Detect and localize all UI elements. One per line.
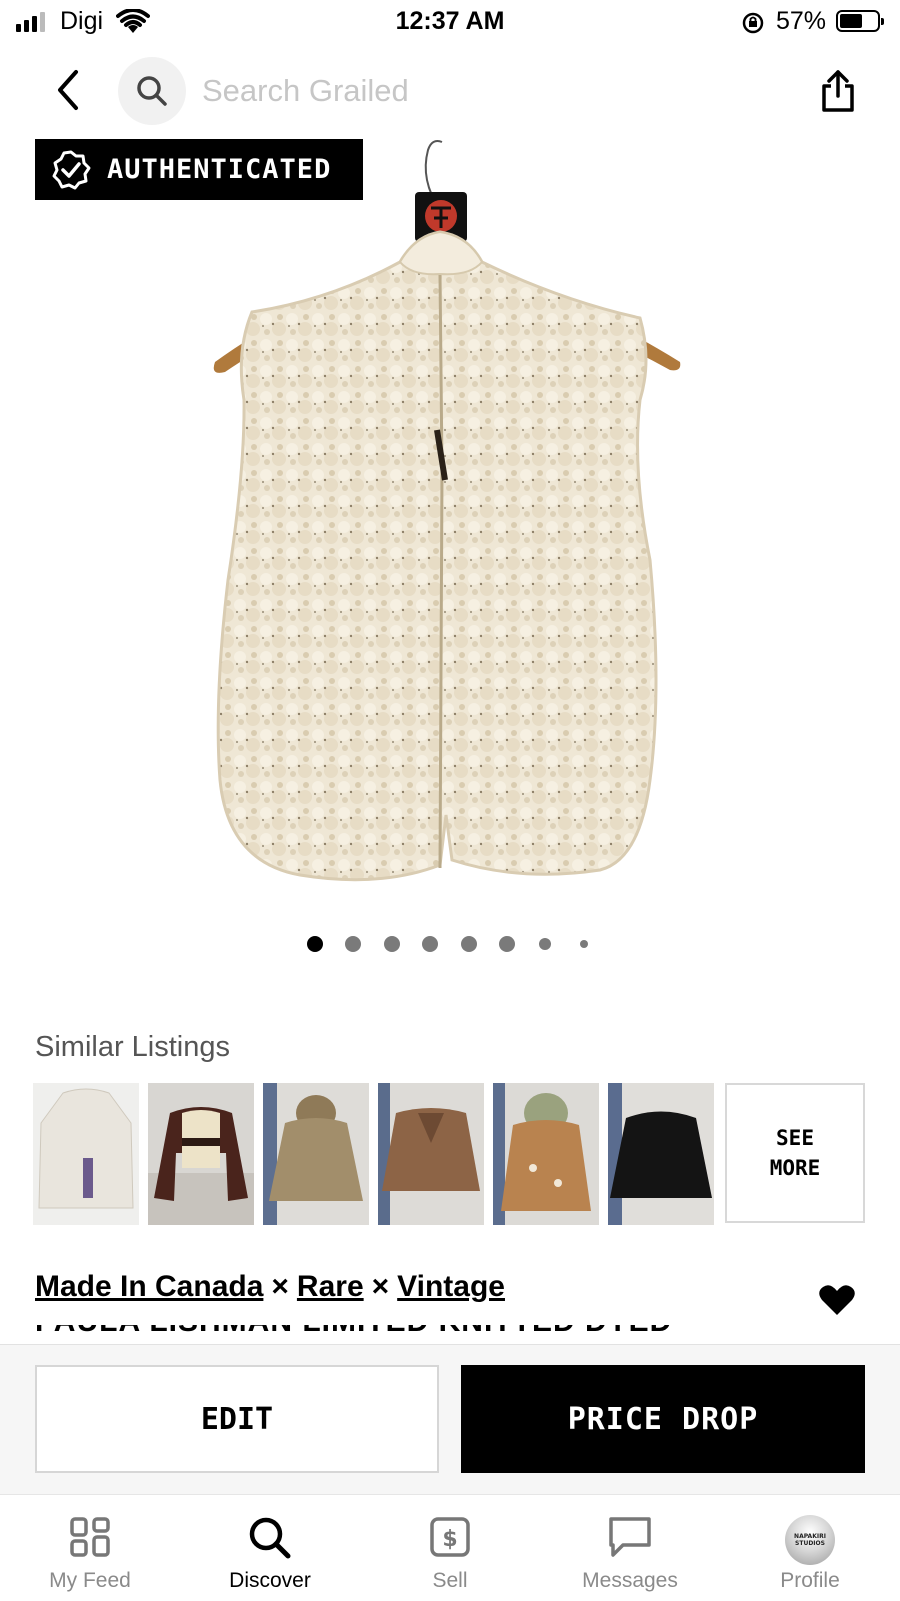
see-more-button[interactable]: SEE MORE: [725, 1083, 865, 1223]
price-drop-button[interactable]: PRICE DROP: [461, 1365, 865, 1473]
listing-title: PAULA LISHMAN LIMITED KNITTED DYED: [35, 1325, 835, 1337]
pager-dot[interactable]: [422, 936, 438, 952]
similar-listing-thumbnail[interactable]: [378, 1083, 484, 1225]
brand-link[interactable]: Rare: [297, 1270, 364, 1303]
edit-button[interactable]: EDIT: [35, 1365, 439, 1473]
pager-dot[interactable]: [384, 936, 400, 952]
tab-sell[interactable]: $ Sell: [360, 1495, 540, 1601]
brand-link[interactable]: Vintage: [397, 1270, 505, 1303]
tab-label: Profile: [780, 1569, 840, 1592]
brand-separator: ×: [271, 1270, 289, 1303]
search-input[interactable]: [200, 66, 764, 116]
heart-icon: [819, 1285, 855, 1315]
authenticated-badge: AUTHENTICATED: [35, 139, 363, 200]
avatar-text: NAPAKIRI: [794, 1533, 826, 1540]
tab-messages[interactable]: Messages: [540, 1495, 720, 1601]
see-more-label: MORE: [769, 1156, 821, 1180]
pager-dot[interactable]: [307, 936, 323, 952]
action-bar: EDIT PRICE DROP: [0, 1344, 900, 1495]
product-photo: [213, 140, 681, 882]
similar-listing-thumbnail[interactable]: [493, 1083, 599, 1225]
verified-check-icon: [52, 150, 91, 189]
back-button[interactable]: [50, 66, 90, 114]
brand-links: Made In Canada × Rare × Vintage: [35, 1270, 505, 1304]
tab-bar: My Feed Discover $ Sell Messages NAPAKIR…: [0, 1494, 900, 1601]
tab-label: Messages: [582, 1569, 678, 1592]
similar-listing-thumbnail[interactable]: [608, 1083, 714, 1225]
pager-dot[interactable]: [580, 940, 588, 948]
share-icon: [822, 70, 854, 112]
share-button[interactable]: [820, 68, 860, 116]
battery-icon: [836, 10, 884, 32]
tab-my-feed[interactable]: My Feed: [0, 1495, 180, 1601]
brand-separator: ×: [371, 1270, 390, 1303]
pager-dot[interactable]: [539, 938, 551, 950]
feed-icon: [70, 1517, 110, 1557]
product-image-carousel[interactable]: [0, 130, 900, 900]
search-button[interactable]: [118, 57, 186, 125]
pager-dot[interactable]: [499, 936, 515, 952]
tab-label: Discover: [229, 1569, 311, 1592]
similar-listing-thumbnail[interactable]: [33, 1083, 139, 1225]
svg-text:$: $: [442, 1527, 457, 1552]
tab-label: My Feed: [49, 1569, 131, 1592]
avatar-text: STUDIOS: [795, 1540, 825, 1547]
pager-dot[interactable]: [461, 936, 477, 952]
pager-dot[interactable]: [345, 936, 361, 952]
favorite-button[interactable]: [818, 1283, 856, 1322]
sell-icon: $: [430, 1517, 470, 1557]
rotation-lock-icon: [742, 12, 764, 34]
search-icon: [137, 76, 167, 106]
battery-percent: 57%: [776, 7, 827, 35]
tab-discover[interactable]: Discover: [180, 1495, 360, 1601]
status-bar: Digi 12:37 AM 57%: [0, 0, 900, 48]
see-more-label: SEE: [776, 1126, 814, 1150]
brand-link[interactable]: Made In Canada: [35, 1270, 263, 1303]
search-icon: [249, 1517, 291, 1559]
tab-label: Sell: [432, 1569, 468, 1592]
chevron-left-icon: [58, 70, 78, 110]
similar-listings-heading: Similar Listings: [35, 1031, 230, 1063]
authenticated-label: AUTHENTICATED: [107, 154, 332, 185]
similar-listing-thumbnail[interactable]: [148, 1083, 254, 1225]
messages-icon: [609, 1517, 651, 1557]
similar-listing-thumbnail[interactable]: [263, 1083, 369, 1225]
image-pager[interactable]: [0, 935, 900, 955]
avatar: NAPAKIRI STUDIOS: [785, 1515, 835, 1565]
tab-profile[interactable]: NAPAKIRI STUDIOS Profile: [720, 1495, 900, 1601]
listing-title-text: PAULA LISHMAN LIMITED KNITTED DYED: [35, 1325, 835, 1337]
